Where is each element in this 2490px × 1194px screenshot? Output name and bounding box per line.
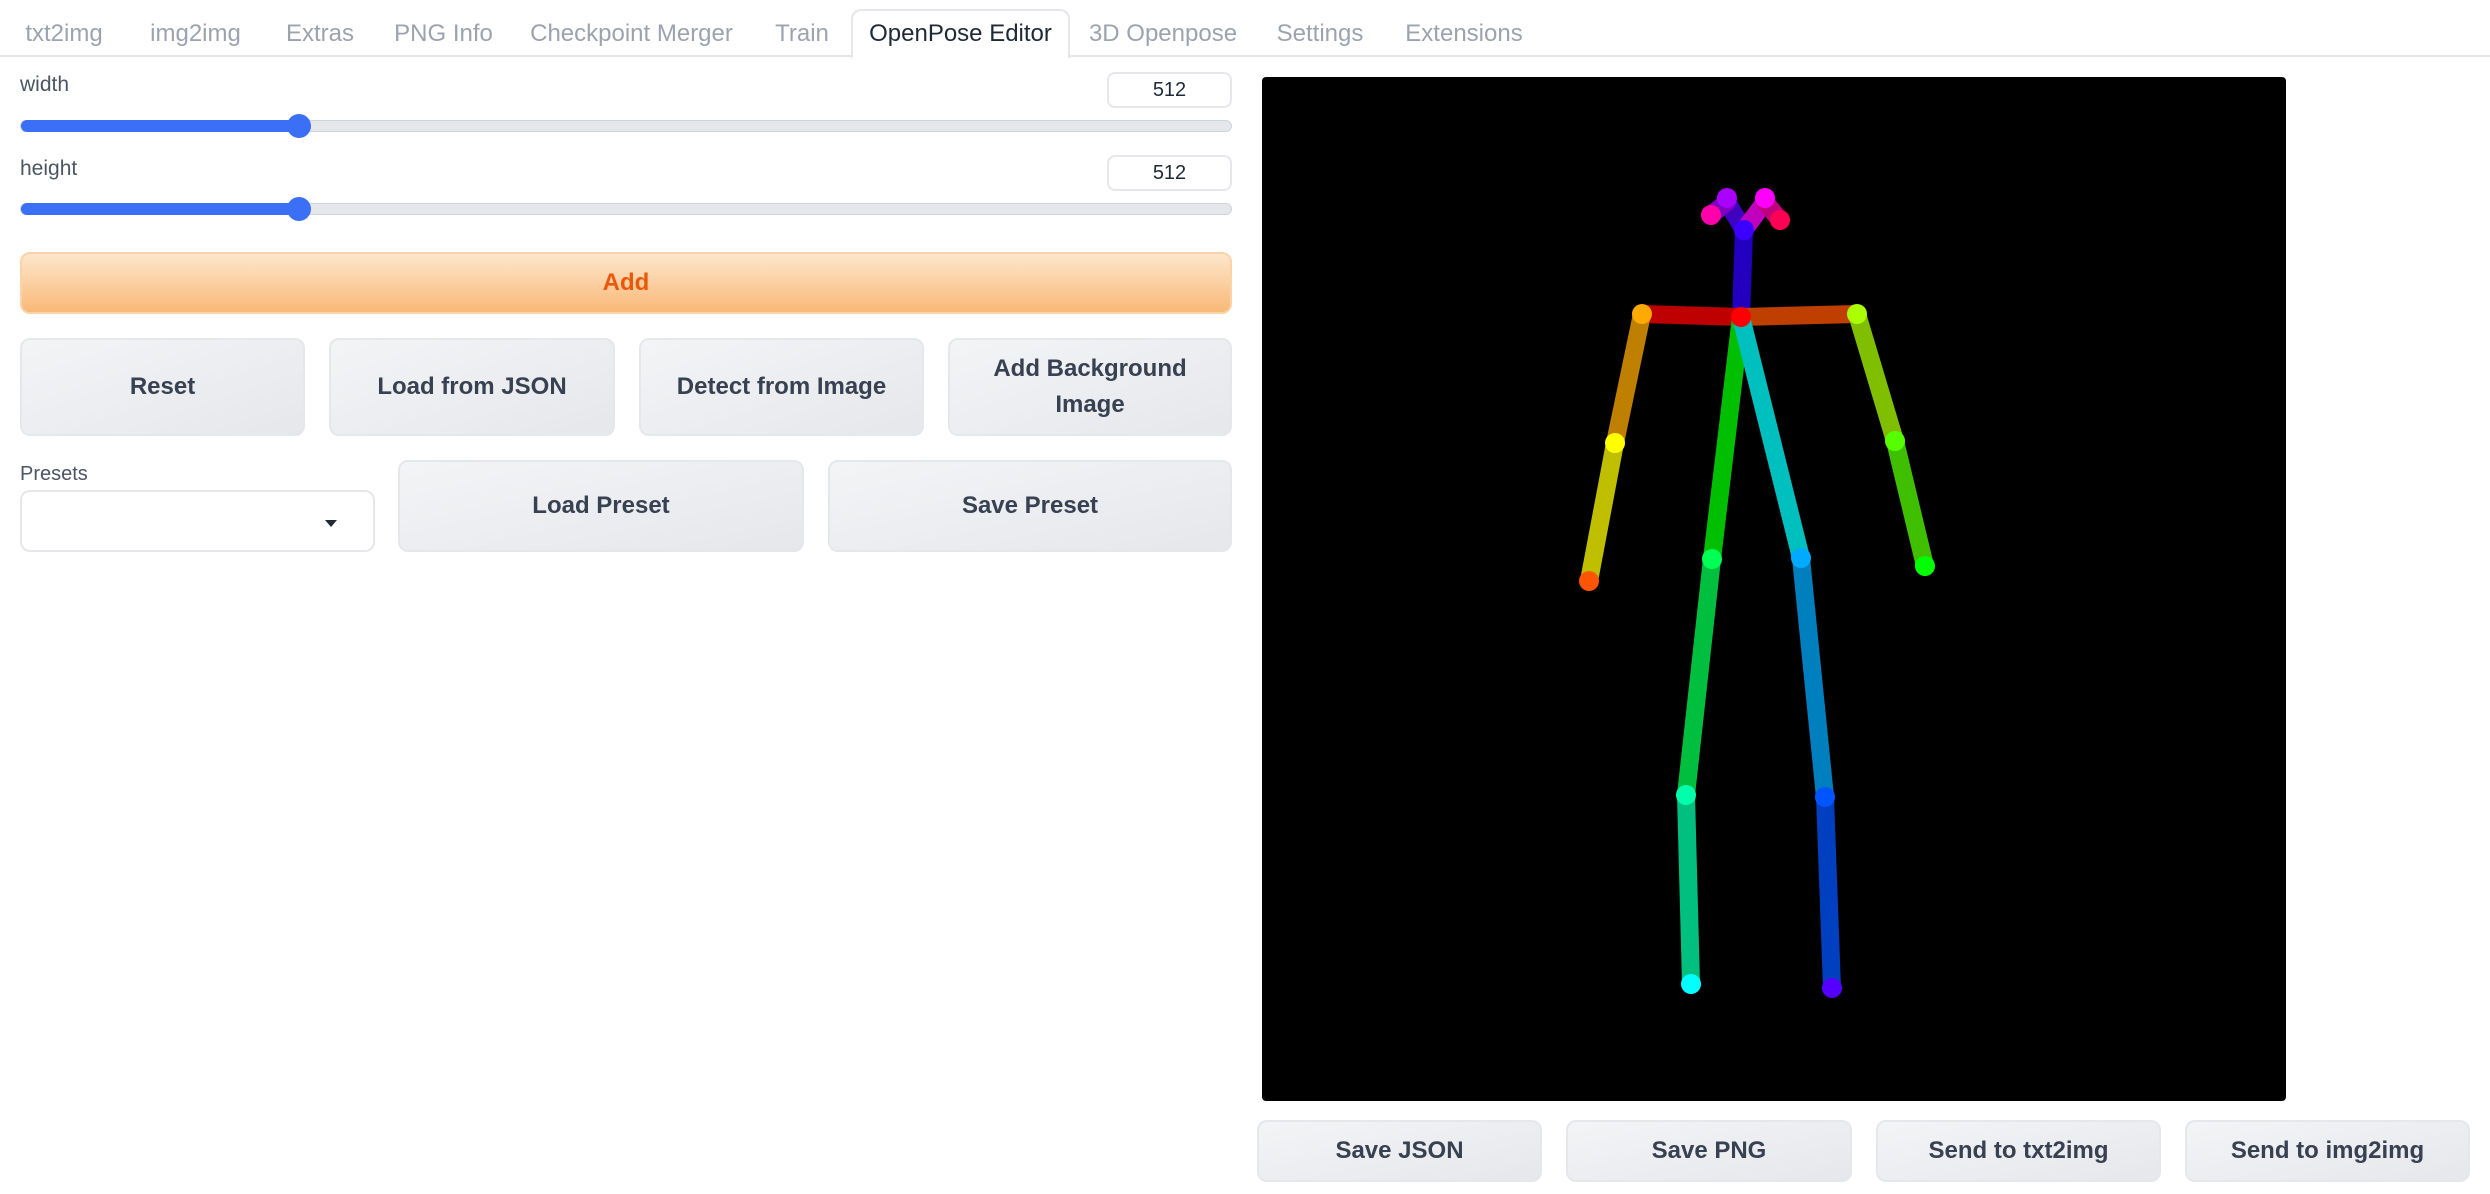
presets-dropdown[interactable] <box>20 490 375 552</box>
width-slider-fill <box>21 120 300 132</box>
keypoint-right-eye[interactable] <box>1717 188 1737 208</box>
height-number-input[interactable]: 512 <box>1107 155 1232 191</box>
keypoint-left-eye[interactable] <box>1755 188 1775 208</box>
keypoint-right-hip[interactable] <box>1702 549 1722 569</box>
pose-skeleton[interactable] <box>1262 77 2286 1101</box>
keypoint-right-shoulder[interactable] <box>1632 304 1652 324</box>
keypoint-left-hip[interactable] <box>1791 548 1811 568</box>
chevron-down-icon <box>325 520 337 527</box>
keypoint-left-knee[interactable] <box>1815 787 1835 807</box>
save-json-button[interactable]: Save JSON <box>1257 1120 1542 1182</box>
save-png-button[interactable]: Save PNG <box>1566 1120 1852 1182</box>
height-label: height <box>20 157 78 180</box>
tab-3d-openpose[interactable]: 3D Openpose <box>1070 9 1256 59</box>
tab-extensions[interactable]: Extensions <box>1384 9 1544 59</box>
limb-right-thigh <box>1677 550 1721 804</box>
keypoint-right-wrist[interactable] <box>1579 571 1599 591</box>
height-slider-thumb[interactable] <box>287 197 312 221</box>
detect-from-image-button[interactable]: Detect from Image <box>639 338 924 436</box>
limb-neck-right-hip <box>1703 308 1750 568</box>
limb-left-thigh <box>1792 549 1834 806</box>
keypoint-left-ankle[interactable] <box>1822 978 1842 998</box>
limb-neck-left-shoulder <box>1732 305 1866 326</box>
keypoint-nose[interactable] <box>1734 220 1754 240</box>
tab-bar: txt2img img2img Extras PNG Info Checkpoi… <box>0 0 2490 59</box>
tab-extras[interactable]: Extras <box>263 9 377 59</box>
openpose-editor-app: txt2img img2img Extras PNG Info Checkpoi… <box>0 0 2490 1194</box>
add-background-image-button[interactable]: Add Background Image <box>948 338 1232 436</box>
tab-train[interactable]: Train <box>753 9 851 59</box>
height-slider-fill <box>21 203 300 215</box>
limb-right-upper-arm <box>1606 305 1651 452</box>
save-preset-button[interactable]: Save Preset <box>828 460 1232 552</box>
width-label: width <box>20 73 70 96</box>
pose-canvas[interactable] <box>1262 77 2286 1101</box>
width-slider-thumb[interactable] <box>287 114 312 138</box>
limb-neck-right-shoulder <box>1633 305 1750 326</box>
send-to-txt2img-button[interactable]: Send to txt2img <box>1876 1120 2161 1182</box>
load-preset-button[interactable]: Load Preset <box>398 460 804 552</box>
limb-neck-left-hip <box>1732 308 1810 567</box>
tab-checkpoint-merger[interactable]: Checkpoint Merger <box>510 9 753 59</box>
send-to-img2img-button[interactable]: Send to img2img <box>2185 1120 2470 1182</box>
tab-img2img[interactable]: img2img <box>128 9 263 59</box>
width-slider[interactable] <box>20 114 1232 138</box>
width-number-input[interactable]: 512 <box>1107 72 1232 108</box>
keypoint-left-ear[interactable] <box>1770 210 1790 230</box>
keypoint-right-ankle[interactable] <box>1681 974 1701 994</box>
keypoint-right-ear[interactable] <box>1701 205 1721 225</box>
keypoint-neck[interactable] <box>1731 307 1751 327</box>
add-button[interactable]: Add <box>20 252 1232 314</box>
reset-button[interactable]: Reset <box>20 338 305 436</box>
tab-settings[interactable]: Settings <box>1256 9 1384 59</box>
presets-label: Presets <box>20 463 88 485</box>
load-from-json-button[interactable]: Load from JSON <box>329 338 615 436</box>
limb-left-shin <box>1816 788 1841 997</box>
tab-png-info[interactable]: PNG Info <box>377 9 510 59</box>
keypoint-left-shoulder[interactable] <box>1847 304 1867 324</box>
height-slider[interactable] <box>20 197 1232 221</box>
limb-right-shin <box>1677 786 1700 993</box>
limb-left-forearm <box>1886 432 1934 575</box>
limb-left-upper-arm <box>1848 305 1904 450</box>
keypoint-left-elbow[interactable] <box>1885 431 1905 451</box>
keypoint-right-elbow[interactable] <box>1605 433 1625 453</box>
tab-txt2img[interactable]: txt2img <box>0 9 128 59</box>
tab-openpose-editor[interactable]: OpenPose Editor <box>851 9 1070 59</box>
limb-right-forearm <box>1580 434 1624 590</box>
limb-neck-nose <box>1732 221 1753 326</box>
keypoint-right-knee[interactable] <box>1676 785 1696 805</box>
keypoint-left-wrist[interactable] <box>1915 556 1935 576</box>
